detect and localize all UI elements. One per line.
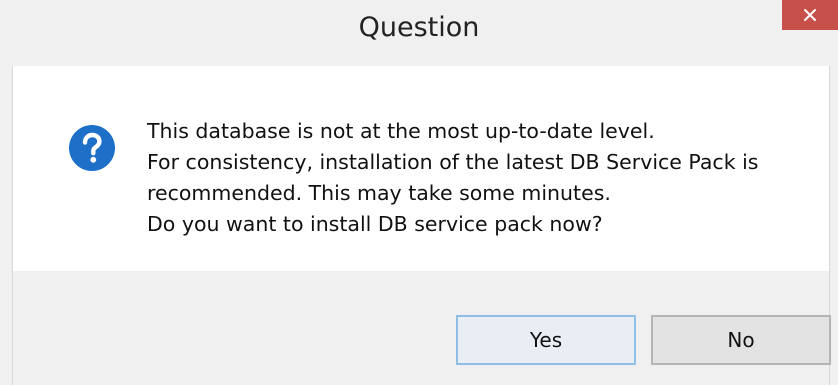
message-line: For consistency, installation of the lat… — [147, 150, 759, 174]
dialog-window: Question This database is not at the mos… — [0, 0, 838, 385]
message-area: This database is not at the most up-to-d… — [12, 66, 830, 271]
yes-button[interactable]: Yes — [456, 315, 636, 365]
close-icon — [804, 9, 816, 21]
message-line: recommended. This may take some minutes. — [147, 181, 611, 205]
message-text: This database is not at the most up-to-d… — [147, 116, 758, 240]
message-line: Do you want to install DB service pack n… — [147, 212, 603, 236]
title-bar: Question — [0, 0, 838, 66]
dialog-title: Question — [358, 12, 480, 43]
message-line: This database is not at the most up-to-d… — [147, 119, 655, 143]
no-button[interactable]: No — [651, 315, 831, 365]
button-bar: Yes No — [12, 271, 831, 385]
question-icon — [69, 125, 115, 171]
close-button[interactable] — [782, 0, 838, 30]
